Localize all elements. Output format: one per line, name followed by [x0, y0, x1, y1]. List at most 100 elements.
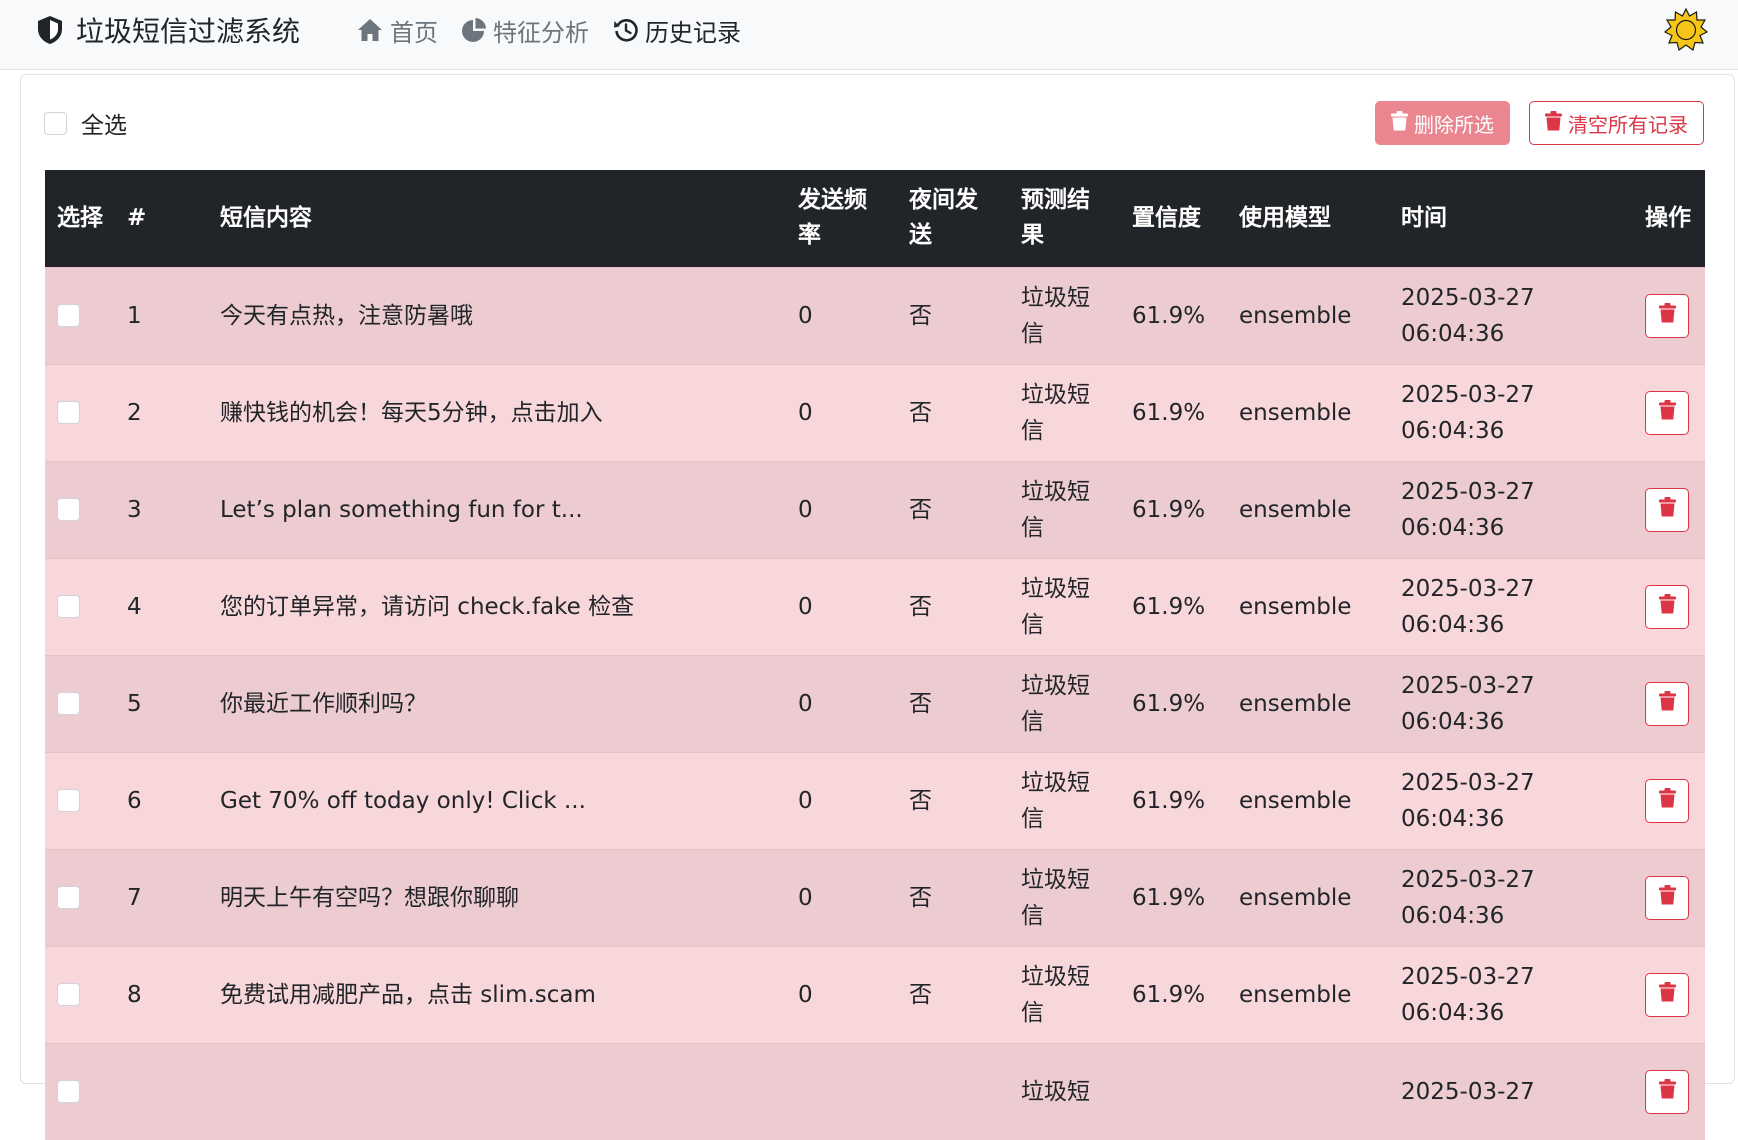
row-checkbox[interactable] [57, 789, 80, 812]
row-select-cell [45, 654, 115, 752]
row-index: 8 [115, 945, 208, 1043]
clear-all-button[interactable]: 清空所有记录 [1529, 101, 1704, 145]
theme-toggle-button[interactable] [1663, 7, 1709, 56]
row-delete-button[interactable] [1645, 584, 1689, 629]
row-content: 赚快钱的机会！每天5分钟，点击加入 [208, 363, 786, 461]
row-delete-button[interactable] [1645, 681, 1689, 726]
column-header-frequency: 发送频率 [786, 170, 897, 267]
column-header-time: 时间 [1389, 170, 1633, 267]
row-delete-button[interactable] [1645, 390, 1689, 435]
app-title: 垃圾短信过滤系统 [76, 15, 301, 48]
row-frequency: 0 [786, 460, 897, 558]
row-model: ensemble [1227, 363, 1389, 461]
row-index: 6 [115, 751, 208, 849]
row-checkbox[interactable] [57, 304, 80, 327]
trash-icon [1658, 880, 1676, 916]
row-select-cell [45, 363, 115, 461]
row-actions-cell [1633, 460, 1705, 558]
row-frequency: 0 [786, 557, 897, 655]
row-content [208, 1042, 786, 1140]
row-delete-button[interactable] [1645, 487, 1689, 532]
select-all-checkbox[interactable] [44, 111, 67, 135]
row-night: 否 [897, 654, 1009, 752]
row-actions-cell [1633, 557, 1705, 655]
row-time: 2025-03-27 06:04:36 [1389, 363, 1633, 461]
row-confidence: 61.9% [1120, 751, 1227, 849]
row-delete-button[interactable] [1645, 778, 1689, 823]
row-night: 否 [897, 460, 1009, 558]
row-result: 垃圾短信 [1009, 557, 1120, 655]
row-delete-button[interactable] [1645, 972, 1689, 1017]
row-result: 垃圾短信 [1009, 945, 1120, 1043]
row-content: 您的订单异常，请访问 check.fake 检查 [208, 557, 786, 655]
row-result: 垃圾短信 [1009, 654, 1120, 752]
row-actions-cell [1633, 751, 1705, 849]
row-confidence [1120, 1042, 1227, 1140]
row-select-cell [45, 848, 115, 946]
row-time: 2025-03-27 06:04:36 [1389, 848, 1633, 946]
row-night: 否 [897, 557, 1009, 655]
row-model: ensemble [1227, 557, 1389, 655]
delete-selected-label: 删除所选 [1414, 112, 1494, 137]
row-actions-cell [1633, 363, 1705, 461]
column-header-select: 选择 [45, 170, 115, 267]
trash-icon [1658, 686, 1676, 722]
row-night: 否 [897, 848, 1009, 946]
row-night: 否 [897, 266, 1009, 364]
trash-icon [1658, 783, 1676, 819]
row-result: 垃圾短 [1009, 1042, 1120, 1140]
row-select-cell [45, 751, 115, 849]
sun-icon [1663, 7, 1709, 56]
table-row: 5 你最近工作顺利吗？ 0 否垃圾短信 61.9% ensemble 2025-03-27 … [45, 654, 1705, 752]
row-delete-button[interactable] [1645, 875, 1689, 920]
delete-selected-button[interactable]: 删除所选 [1375, 101, 1510, 145]
brand[interactable]: 垃圾短信过滤系统 [36, 0, 300, 60]
trash-icon [1658, 589, 1676, 625]
nav-home-label: 首页 [390, 18, 438, 47]
nav-feature-analysis[interactable]: 特征分析 [461, 0, 589, 60]
row-actions-cell [1633, 654, 1705, 752]
nav-history[interactable]: 历史记录 [613, 0, 741, 60]
row-delete-button[interactable] [1645, 293, 1689, 338]
home-icon [356, 17, 384, 43]
column-header-result: 预测结果 [1009, 170, 1120, 267]
row-result: 垃圾短信 [1009, 460, 1120, 558]
row-checkbox[interactable] [57, 595, 80, 618]
row-time: 2025-03-27 06:04:36 [1389, 266, 1633, 364]
pie-chart-icon [461, 17, 487, 43]
row-model: ensemble [1227, 654, 1389, 752]
row-time: 2025-03-27 06:04:36 [1389, 460, 1633, 558]
history-table: 选择 # 短信内容 发送频率 夜间发送 预测结果 置信度 使用模型 时间 操作 … [45, 170, 1705, 1140]
row-actions-cell [1633, 266, 1705, 364]
nav-home[interactable]: 首页 [356, 0, 438, 60]
row-delete-button[interactable] [1645, 1069, 1689, 1114]
row-time: 2025-03-27 [1389, 1042, 1633, 1140]
row-checkbox[interactable] [57, 983, 80, 1006]
row-index: 5 [115, 654, 208, 752]
row-model: ensemble [1227, 460, 1389, 558]
row-index: 2 [115, 363, 208, 461]
nav-feature-analysis-label: 特征分析 [493, 18, 589, 47]
row-confidence: 61.9% [1120, 848, 1227, 946]
row-checkbox[interactable] [57, 498, 80, 521]
history-table-body: 1 今天有点热，注意防暑哦 0 否垃圾短信 61.9% ensemble 2025-03-2… [45, 266, 1705, 1140]
column-header-model: 使用模型 [1227, 170, 1389, 267]
row-select-cell [45, 1042, 115, 1140]
row-time: 2025-03-27 06:04:36 [1389, 654, 1633, 752]
row-model: ensemble [1227, 848, 1389, 946]
row-night: 否 [897, 751, 1009, 849]
trash-icon [1658, 977, 1676, 1013]
select-all[interactable]: 全选 [44, 106, 127, 140]
column-header-confidence: 置信度 [1120, 170, 1227, 267]
row-actions-cell [1633, 1042, 1705, 1140]
row-checkbox[interactable] [57, 1080, 80, 1104]
row-frequency: 0 [786, 266, 897, 364]
row-index [115, 1042, 208, 1140]
row-checkbox[interactable] [57, 692, 80, 715]
row-result: 垃圾短信 [1009, 266, 1120, 364]
shield-icon [36, 15, 64, 45]
row-checkbox[interactable] [57, 886, 80, 909]
row-time: 2025-03-27 06:04:36 [1389, 557, 1633, 655]
row-checkbox[interactable] [57, 401, 80, 424]
row-frequency: 0 [786, 848, 897, 946]
